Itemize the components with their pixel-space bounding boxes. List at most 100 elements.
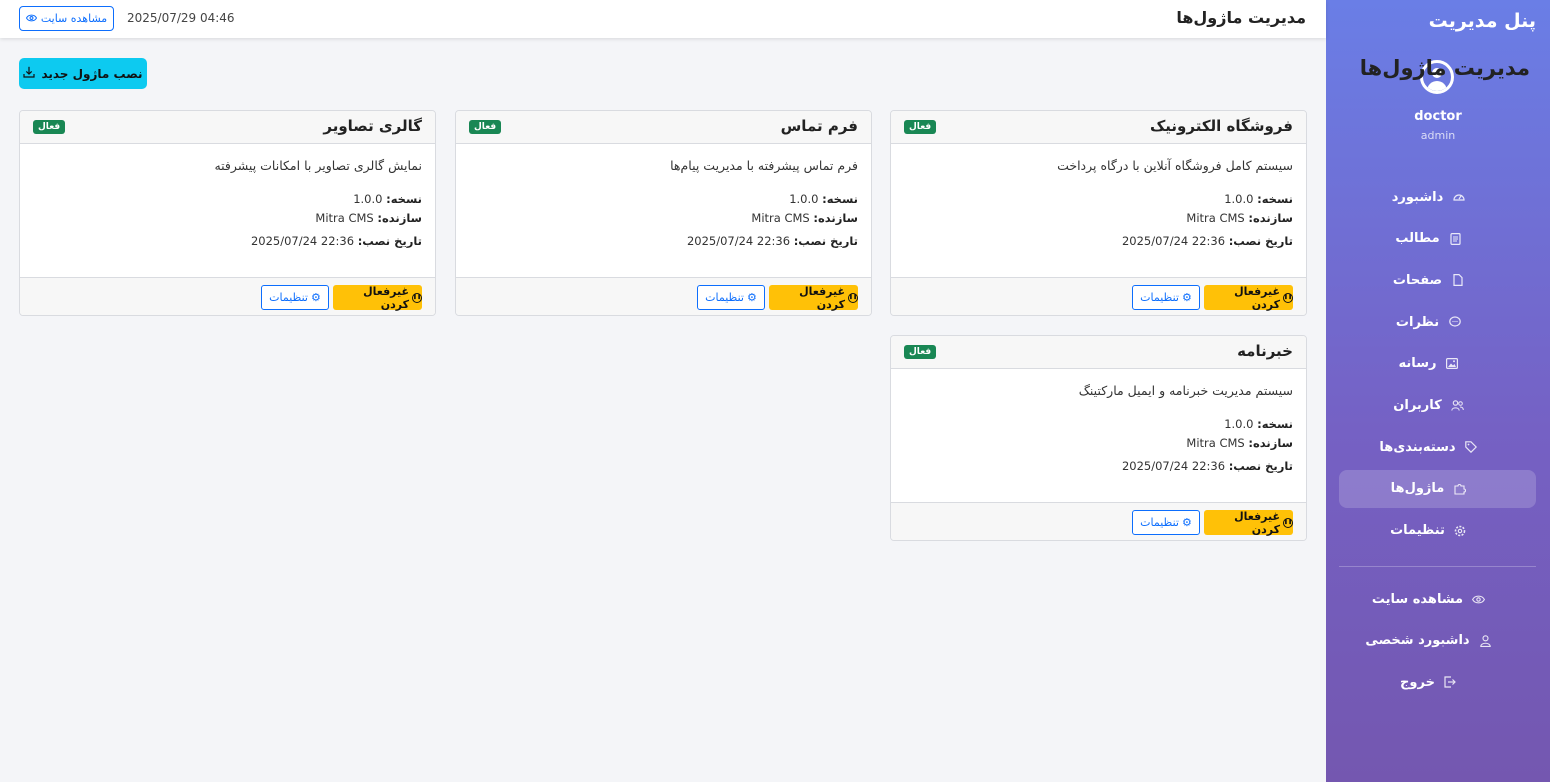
module-card: فروشگاه الکترونیک فعال سیستم کامل فروشگا… xyxy=(890,110,1307,316)
settings-label: تنظیمات xyxy=(1140,291,1179,304)
module-author: سازنده: Mitra CMS xyxy=(1186,211,1293,225)
module-card-body: سیستم مدیریت خبرنامه و ایمیل مارکتینگ نس… xyxy=(891,369,1306,502)
sidebar-nav: داشبورد مطالب صفحات نظرات رسانه کاربران … xyxy=(1339,178,1536,553)
sidebar-item-label: مطالب xyxy=(1395,231,1440,247)
module-card-footer: ❚❚ غیرفعال کردن ⚙ تنظیمات xyxy=(891,277,1306,315)
sidebar-user-role: admin xyxy=(1420,129,1456,142)
tag-icon xyxy=(1465,441,1478,454)
sidebar-item-personal-dashboard[interactable]: داشبورد شخصی xyxy=(1339,622,1536,660)
settings-button[interactable]: ⚙ تنظیمات xyxy=(261,285,329,310)
sidebar-item-label: داشبورد شخصی xyxy=(1365,633,1470,649)
author-label: سازنده: xyxy=(1248,211,1293,225)
version-value: 1.0.0 xyxy=(1224,417,1254,431)
settings-label: تنظیمات xyxy=(269,291,308,304)
sidebar-item-posts[interactable]: مطالب xyxy=(1339,220,1536,258)
module-card: گالری تصاویر فعال نمایش گالری تصاویر با … xyxy=(19,110,436,316)
sidebar: پنل مدیریت doctor admin داشبورد مطالب صف… xyxy=(1326,0,1550,782)
sidebar-item-users[interactable]: کاربران xyxy=(1339,386,1536,424)
sidebar-item-logout[interactable]: خروج xyxy=(1339,663,1536,701)
sidebar-divider xyxy=(1339,566,1536,567)
settings-label: تنظیمات xyxy=(1140,516,1179,529)
module-install-date: تاریخ نصب: 2025/07/24 22:36 xyxy=(251,234,422,248)
sidebar-item-categories[interactable]: دسته‌بندی‌ها xyxy=(1339,428,1536,466)
install-date-value: 2025/07/24 22:36 xyxy=(1121,459,1226,473)
install-date-label: تاریخ نصب: xyxy=(357,234,422,248)
module-card-header: فرم تماس فعال xyxy=(456,111,871,144)
settings-button[interactable]: ⚙ تنظیمات xyxy=(1132,510,1200,535)
sidebar-item-label: صفحات xyxy=(1392,272,1443,288)
status-badge: فعال xyxy=(469,120,502,134)
view-site-label: مشاهده سایت xyxy=(40,12,108,25)
sidebar-item-comments[interactable]: نظرات xyxy=(1339,303,1536,341)
logout-icon xyxy=(1444,676,1457,689)
module-author: سازنده: Mitra CMS xyxy=(315,211,422,225)
install-date-label: تاریخ نصب: xyxy=(1228,459,1293,473)
module-install-date: تاریخ نصب: 2025/07/24 22:36 xyxy=(1122,234,1293,248)
sidebar-item-pages[interactable]: صفحات xyxy=(1339,261,1536,299)
deactivate-button[interactable]: ❚❚ غیرفعال کردن xyxy=(769,285,858,311)
sidebar-item-settings[interactable]: تنظیمات xyxy=(1339,512,1536,550)
module-card-header: فروشگاه الکترونیک فعال xyxy=(891,111,1306,144)
module-card-header: خبرنامه فعال xyxy=(891,336,1306,369)
page-icon xyxy=(1451,274,1464,287)
top-bar-title: مدیریت ماژول‌ها xyxy=(1176,8,1306,27)
version-value: 1.0.0 xyxy=(353,192,383,206)
module-name: گالری تصاویر xyxy=(323,117,422,135)
sidebar-item-label: خروج xyxy=(1400,674,1435,690)
module-install-date: تاریخ نصب: 2025/07/24 22:36 xyxy=(687,234,858,248)
install-date-label: تاریخ نصب: xyxy=(1228,234,1293,248)
gear-icon: ⚙ xyxy=(746,291,757,304)
module-version: نسخه: 1.0.0 xyxy=(353,192,422,206)
deactivate-button[interactable]: ❚❚ غیرفعال کردن xyxy=(1204,284,1293,311)
install-date-label: تاریخ نصب: xyxy=(793,234,858,248)
sidebar-item-view-site[interactable]: مشاهده سایت xyxy=(1339,580,1536,618)
puzzle-icon xyxy=(1453,482,1466,495)
settings-button[interactable]: ⚙ تنظیمات xyxy=(1132,285,1200,310)
person-icon xyxy=(1479,634,1492,647)
gear-icon: ⚙ xyxy=(1181,516,1192,529)
module-version: نسخه: 1.0.0 xyxy=(789,192,858,206)
status-badge: فعال xyxy=(904,120,937,134)
author-label: سازنده: xyxy=(377,211,422,225)
version-label: نسخه: xyxy=(386,192,422,206)
sidebar-item-modules[interactable]: ماژول‌ها xyxy=(1339,469,1536,508)
gear-icon: ⚙ xyxy=(1181,291,1192,304)
sidebar-item-media[interactable]: رسانه xyxy=(1339,345,1536,383)
sidebar-item-label: ماژول‌ها xyxy=(1390,481,1445,497)
deactivate-button[interactable]: ❚❚ غیرفعال کردن xyxy=(333,285,422,311)
settings-button[interactable]: ⚙ تنظیمات xyxy=(697,285,765,310)
author-value: Mitra CMS xyxy=(1186,211,1245,225)
view-site-button[interactable]: مشاهده سایت xyxy=(19,6,114,31)
module-card-header: گالری تصاویر فعال xyxy=(20,111,435,144)
eye-icon xyxy=(25,12,37,25)
deactivate-button[interactable]: ❚❚ غیرفعال کردن xyxy=(1204,510,1293,536)
version-label: نسخه: xyxy=(1257,192,1293,206)
sidebar-item-dashboard[interactable]: داشبورد xyxy=(1339,178,1536,216)
deactivate-label: غیرفعال کردن xyxy=(1234,284,1280,311)
sidebar-item-label: کاربران xyxy=(1393,397,1442,413)
module-name: فروشگاه الکترونیک xyxy=(1149,117,1293,135)
author-value: Mitra CMS xyxy=(315,211,374,225)
pause-circle-icon: ❚❚ xyxy=(1283,517,1293,528)
sidebar-item-label: رسانه xyxy=(1398,356,1437,372)
dashboard-icon xyxy=(1452,191,1465,204)
module-card-footer: ❚❚ غیرفعال کردن ⚙ تنظیمات xyxy=(20,277,435,315)
install-date-value: 2025/07/24 22:36 xyxy=(686,234,791,248)
gear-icon: ⚙ xyxy=(310,291,321,304)
install-module-button[interactable]: نصب ماژول جدید xyxy=(19,58,147,89)
document-icon xyxy=(1449,232,1462,245)
sidebar-username: doctor xyxy=(1414,109,1462,124)
author-label: سازنده: xyxy=(1248,436,1293,450)
module-description: سیستم مدیریت خبرنامه و ایمیل مارکتینگ xyxy=(1078,383,1293,398)
version-value: 1.0.0 xyxy=(789,192,819,206)
module-name: فرم تماس xyxy=(780,117,858,135)
version-value: 1.0.0 xyxy=(1224,192,1254,206)
sidebar-secondary-nav: مشاهده سایت داشبورد شخصی خروج xyxy=(1339,580,1536,705)
sidebar-item-label: تنظیمات xyxy=(1390,523,1445,538)
module-name: خبرنامه xyxy=(1237,342,1293,360)
status-badge: فعال xyxy=(904,345,937,359)
gear-icon xyxy=(1454,524,1467,537)
top-bar: مدیریت ماژول‌ها 2025/07/29 04:46 مشاهده … xyxy=(0,0,1326,38)
sidebar-item-label: دسته‌بندی‌ها xyxy=(1379,439,1456,455)
module-card: خبرنامه فعال سیستم مدیریت خبرنامه و ایمی… xyxy=(890,335,1307,541)
